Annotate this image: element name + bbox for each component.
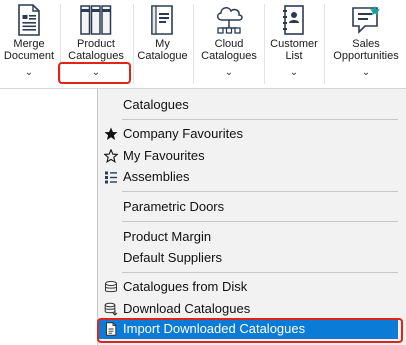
menu-item-company-favourites[interactable]: Company Favourites — [98, 124, 398, 144]
menu-header: Catalogues — [98, 95, 398, 115]
merge-document-button[interactable]: Merge Document ⌄ — [0, 0, 58, 88]
label-line: Merge — [13, 38, 45, 50]
catalogues-dropdown-menu: Catalogues Company Favourites My Favouri… — [97, 89, 406, 345]
customer-list-icon — [283, 5, 304, 35]
menu-item-download-catalogues[interactable]: Download Catalogues — [98, 299, 398, 319]
customer-list-label: Customer List — [266, 38, 322, 62]
label-line: Catalogues — [68, 50, 124, 62]
assemblies-icon — [105, 171, 117, 184]
label-line: My — [155, 38, 170, 50]
menu-item-product-margin[interactable]: Product Margin — [98, 227, 398, 247]
menu-item-label: Download Catalogues — [123, 301, 251, 316]
menu-item-label: Assemblies — [123, 169, 190, 184]
menu-separator — [122, 272, 398, 273]
download-database-icon — [104, 302, 118, 316]
menu-item-my-favourites[interactable]: My Favourites — [98, 146, 398, 166]
my-catalogue-icon — [151, 5, 173, 35]
chevron-down-icon[interactable]: ⌄ — [266, 67, 322, 79]
customer-list-button[interactable]: Customer List ⌄ — [266, 0, 322, 88]
menu-item-parametric-doors[interactable]: Parametric Doors — [98, 197, 398, 217]
chevron-down-icon[interactable]: ⌄ — [326, 67, 406, 79]
menu-item-label: Default Suppliers — [123, 250, 222, 265]
sales-opportunities-label: Sales Opportunities — [326, 38, 406, 62]
ribbon-divider — [193, 4, 194, 84]
label-line: List — [285, 50, 303, 62]
menu-separator — [122, 221, 398, 222]
menu-separator — [122, 191, 398, 192]
ribbon-toolbar: Merge Document ⌄ Product Catalogues ⌄ My… — [0, 0, 406, 89]
menu-item-label: Parametric Doors — [123, 199, 225, 214]
star-filled-icon — [104, 127, 118, 140]
menu-item-label: Catalogues from Disk — [123, 279, 248, 294]
sales-opportunities-button[interactable]: Sales Opportunities ⌄ — [326, 0, 406, 88]
label-line: Catalogues — [201, 50, 257, 62]
highlight-box — [58, 62, 131, 84]
menu-item-label: Company Favourites — [123, 126, 243, 141]
label-line: Opportunities — [333, 50, 399, 62]
merge-document-label: Merge Document — [0, 38, 58, 62]
menu-item-label: My Favourites — [123, 148, 205, 163]
sales-opportunities-icon — [352, 6, 380, 34]
menu-item-catalogues-from-disk[interactable]: Catalogues from Disk — [98, 277, 398, 297]
label-line: Document — [3, 50, 55, 62]
label-line: Cloud — [214, 38, 244, 50]
cloud-catalogues-button[interactable]: Cloud Catalogues ⌄ — [196, 0, 262, 88]
cloud-catalogues-icon — [217, 7, 243, 34]
disk-icon — [105, 281, 117, 293]
ribbon-divider — [133, 4, 134, 84]
label-line: Customer — [270, 38, 318, 50]
chevron-down-icon: ⌄ — [24, 67, 34, 78]
label-line: Product — [77, 38, 115, 50]
menu-item-default-suppliers[interactable]: Default Suppliers — [98, 248, 398, 268]
menu-item-label: Product Margin — [123, 229, 212, 244]
my-catalogue-label: My Catalogue — [135, 38, 190, 62]
ribbon-divider — [264, 4, 265, 84]
chevron-down-icon[interactable]: ⌄ — [196, 67, 262, 79]
menu-header-label: Catalogues — [123, 97, 189, 112]
highlight-box — [97, 318, 403, 343]
star-outline-icon — [104, 149, 118, 163]
menu-separator — [122, 119, 398, 120]
my-catalogue-button[interactable]: My Catalogue — [135, 0, 190, 88]
product-catalogues-label: Product Catalogues — [62, 38, 130, 62]
menu-item-assemblies[interactable]: Assemblies — [98, 167, 398, 187]
label-line: Sales — [352, 38, 380, 50]
label-line: Catalogue — [137, 50, 188, 62]
product-catalogues-icon — [80, 5, 112, 35]
ribbon-divider — [324, 4, 325, 84]
merge-document-icon — [18, 4, 40, 36]
cloud-catalogues-label: Cloud Catalogues — [196, 38, 262, 62]
